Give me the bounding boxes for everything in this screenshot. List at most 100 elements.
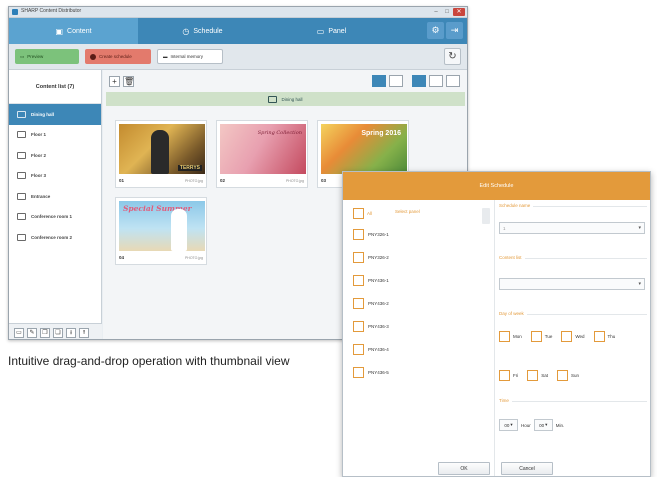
day-checkbox-mon[interactable]: Mon (499, 331, 522, 342)
edit-schedule-dialog: Edit Schedule All Select panel PNY326-1 … (342, 171, 651, 477)
thumbnail-04[interactable]: Special Summer 04 PHOTO.jpg (115, 197, 207, 265)
tab-schedule[interactable]: ◷ Schedule (138, 18, 267, 44)
panel-checkbox-6[interactable]: PNY436-4 (353, 344, 389, 355)
schedule-name-value: 1 (503, 225, 506, 231)
day-checkbox-sat[interactable]: Sat (527, 370, 548, 381)
panel-checkbox-7[interactable]: PNY436-5 (353, 367, 389, 378)
create-schedule-label: Create schedule (99, 54, 132, 59)
medium-thumbnail-toggle[interactable] (429, 75, 443, 87)
sidebar-item-conference-room-1[interactable]: Conference room 1 (9, 207, 101, 228)
day-checkbox-thu[interactable]: Thu (593, 331, 616, 342)
portrait-view-toggle[interactable] (389, 75, 403, 87)
list-view-toggle[interactable] (446, 75, 460, 87)
memory-card-icon: ▬ (163, 54, 168, 59)
content-tools: + 🗑︎ (109, 76, 134, 87)
panel-list-scrollbar[interactable] (482, 208, 490, 224)
sidebar-item-floor-3[interactable]: Floor 3 (9, 166, 101, 187)
monitor-icon: ▭ (20, 53, 25, 59)
content-list-select[interactable]: ▾ (499, 278, 645, 290)
minimize-button[interactable]: – (431, 8, 441, 16)
toolbar: ▭ Preview Create schedule ▬ Internal mem… (9, 44, 467, 70)
delete-button[interactable]: 🗑︎ (123, 76, 134, 87)
hour-value: 00 (504, 422, 510, 428)
nav-actions: ⚙ ⇥ (427, 22, 463, 39)
thumbnail-01[interactable]: TERRYS 01 PHOTO.jpg (115, 120, 207, 188)
select-all-checkbox[interactable]: All (353, 208, 372, 219)
sidebar-item-dining-hall[interactable]: Dining hall (9, 104, 101, 125)
day-checkbox-tue[interactable]: Tue (530, 331, 552, 342)
landscape-view-toggle[interactable] (372, 75, 386, 87)
panel-label: PNY326-2 (368, 255, 389, 260)
close-button[interactable]: ✕ (453, 8, 465, 16)
tab-schedule-label: Schedule (193, 27, 223, 35)
sidebar-item-conference-room-2[interactable]: Conference room 2 (9, 227, 101, 248)
thumbnail-number: 02 (220, 178, 226, 183)
panel-checkbox-1[interactable]: PNY326-1 (353, 229, 389, 240)
time-section: Time (499, 398, 647, 403)
sidebar-item-floor-2[interactable]: Floor 2 (9, 145, 101, 166)
panel-label: PNY436-5 (368, 370, 389, 375)
day-checkbox-wed[interactable]: Wed (561, 331, 585, 342)
sidebar-toolbar: ▭ ✎ ❐ ❏ ⭳ ⭱ (9, 323, 102, 339)
time-label: Time (499, 398, 512, 403)
preview-label: Preview (27, 54, 44, 59)
day-label: Sat (541, 373, 549, 378)
folder-icon (268, 95, 278, 103)
checkbox-icon (353, 298, 364, 309)
day-label: Thu (607, 334, 616, 339)
edit-icon[interactable]: ✎ (27, 327, 37, 338)
import-icon[interactable]: ⭳ (66, 327, 76, 338)
maximize-button[interactable]: □ (442, 8, 452, 16)
hour-select[interactable]: 00 ▾ (499, 419, 518, 431)
thumbnail-image: Spring 2016 (321, 124, 407, 174)
content-list-section: Content list (499, 255, 647, 260)
thumbnail-number: 03 (321, 178, 327, 183)
cancel-button[interactable]: Cancel (501, 462, 553, 475)
duplicate-icon[interactable]: ❏ (53, 327, 63, 338)
thumbnail-number: 01 (119, 178, 125, 183)
minute-select[interactable]: 00 ▾ (533, 419, 553, 431)
checkbox-icon (527, 370, 539, 381)
folder-icon (17, 172, 26, 180)
sidebar-item-floor-1[interactable]: Floor 1 (9, 125, 101, 146)
thumbnail-02[interactable]: Spring Collection 02 PHOTO.jpg (216, 120, 308, 188)
panel-checkbox-5[interactable]: PNY436-3 (353, 321, 389, 332)
window-title: SHARP Content Distributor (21, 8, 82, 14)
panel-checkbox-3[interactable]: PNY436-1 (353, 275, 389, 286)
checkbox-icon (353, 275, 364, 286)
export-icon[interactable]: ⭱ (79, 327, 89, 338)
panel-label: PNY436-4 (368, 347, 389, 352)
day-checkbox-sun[interactable]: Sun (557, 370, 579, 381)
folder-icon (17, 131, 26, 139)
sidebar-item-entrance[interactable]: Entrance (9, 186, 101, 207)
create-schedule-button[interactable]: Create schedule (85, 49, 151, 64)
time-row: 00 ▾ Hour 00 ▾ Min. (499, 419, 564, 431)
ok-button[interactable]: OK (438, 462, 490, 475)
sidebar-item-label: Floor 2 (31, 152, 47, 158)
checkbox-icon (353, 252, 364, 263)
logout-button[interactable]: ⇥ (446, 22, 463, 39)
checkbox-icon (353, 208, 364, 219)
internal-memory-button[interactable]: ▬ Internal memory (157, 49, 223, 64)
copy-icon[interactable]: ❐ (40, 327, 50, 338)
thumbnail-image: TERRYS (119, 124, 205, 174)
checkbox-icon (353, 367, 364, 378)
preview-button[interactable]: ▭ Preview (15, 49, 79, 64)
schedule-name-section: Schedule name (499, 203, 647, 208)
day-checkbox-fri[interactable]: Fri (499, 370, 518, 381)
rename-icon[interactable]: ▭ (14, 327, 24, 338)
sidebar-item-label: Conference room 1 (31, 214, 73, 220)
panel-checkbox-4[interactable]: PNY436-2 (353, 298, 389, 309)
title-bar: SHARP Content Distributor – □ ✕ (9, 7, 467, 18)
settings-button[interactable]: ⚙ (427, 22, 444, 39)
thumbnail-overlay-text: Spring Collection (257, 130, 302, 136)
refresh-button[interactable]: ↻ (444, 48, 461, 65)
add-button[interactable]: + (109, 76, 120, 87)
tab-content[interactable]: ▣ Content (9, 18, 138, 44)
panel-checkbox-2[interactable]: PNY326-2 (353, 252, 389, 263)
tab-panel[interactable]: ▭ Panel (267, 18, 396, 44)
day-of-week-section: Day of week (499, 311, 647, 316)
large-thumbnail-toggle[interactable] (412, 75, 426, 87)
schedule-name-select[interactable]: 1 ▾ (499, 222, 645, 234)
thumbnail-filename: PHOTO.jpg (184, 256, 203, 260)
